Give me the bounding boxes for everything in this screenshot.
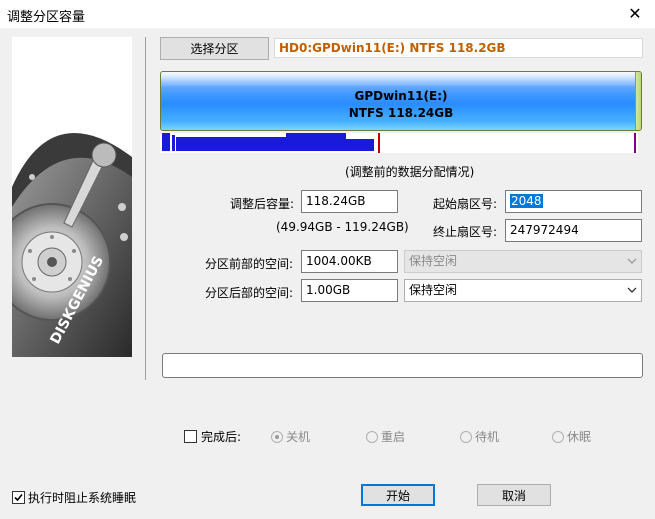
- disk-info-label: HD0:GPDwin11(E:) NTFS 118.2GB: [274, 38, 643, 58]
- partition-name: GPDwin11(E:): [354, 89, 448, 103]
- start-button[interactable]: 开始: [361, 484, 435, 506]
- before-space-label: 分区前部的空间:: [205, 257, 294, 271]
- checkmark-icon: [14, 493, 23, 502]
- new-size-input[interactable]: 118.24GB: [301, 190, 398, 213]
- radio-restart-label: 重启: [381, 430, 406, 444]
- after-space-action-select[interactable]: 保持空闲: [404, 279, 642, 302]
- size-range-text: (49.94GB - 119.24GB): [276, 220, 409, 234]
- radio-restart: 重启: [366, 428, 405, 445]
- new-size-label: 调整后容量:: [230, 197, 295, 211]
- before-space-action-select: 保持空闲: [404, 250, 642, 273]
- cancel-button[interactable]: 取消: [477, 484, 551, 506]
- radio-hibernate-label: 休眠: [567, 430, 592, 444]
- partition-bar-gloss: [161, 72, 641, 86]
- distribution-caption: (调整前的数据分配情况): [345, 165, 475, 179]
- end-sector-label: 终止扇区号:: [433, 225, 498, 239]
- partition-bar: GPDwin11(E:) NTFS 118.24GB: [160, 71, 642, 131]
- after-completion-checkbox[interactable]: [184, 430, 197, 443]
- before-space-input[interactable]: 1004.00KB: [301, 250, 398, 273]
- radio-dot: [366, 430, 378, 443]
- radio-standby-label: 待机: [475, 430, 500, 444]
- prevent-sleep-toggle[interactable]: 执行时阻止系统睡眠: [12, 489, 136, 506]
- radio-dot: [460, 430, 472, 443]
- title-bar: [0, 0, 655, 28]
- start-sector-value: 2048: [510, 194, 543, 208]
- after-space-input[interactable]: 1.00GB: [301, 279, 398, 302]
- radio-shutdown-label: 关机: [286, 430, 311, 444]
- before-space-action-value: 保持空闲: [409, 254, 458, 268]
- data-distribution-strip: [160, 133, 638, 153]
- window-title: 调整分区容量: [7, 10, 86, 25]
- after-completion-label: 完成后:: [201, 430, 242, 444]
- hdd-illustration: DISKGENIUS: [12, 37, 132, 357]
- panel-divider: [145, 37, 146, 380]
- after-space-action-value: 保持空闲: [409, 283, 458, 297]
- prevent-sleep-label: 执行时阻止系统睡眠: [28, 491, 137, 505]
- radio-hibernate: 休眠: [552, 428, 591, 445]
- chevron-down-icon: [627, 287, 637, 293]
- close-button[interactable]: ✕: [615, 0, 655, 28]
- data-distribution-graphic: [160, 133, 638, 153]
- chevron-down-icon: [627, 258, 637, 264]
- prevent-sleep-checkbox[interactable]: [12, 491, 25, 504]
- radio-dot: [552, 430, 564, 443]
- radio-standby: 待机: [460, 428, 499, 445]
- select-partition-button[interactable]: 选择分区: [160, 37, 269, 60]
- start-sector-input[interactable]: 2048: [505, 190, 642, 213]
- radio-dot: [271, 430, 283, 443]
- radio-shutdown: 关机: [271, 428, 310, 445]
- progress-field: [162, 353, 643, 378]
- hard-drive-icon: DISKGENIUS: [12, 37, 132, 357]
- after-space-label: 分区后部的空间:: [205, 286, 294, 300]
- after-completion-toggle[interactable]: 完成后:: [184, 428, 241, 445]
- partition-fs-size: NTFS 118.24GB: [348, 106, 454, 120]
- end-sector-input[interactable]: 247972494: [505, 219, 642, 242]
- start-sector-label: 起始扇区号:: [433, 197, 498, 211]
- close-icon: ✕: [628, 4, 642, 23]
